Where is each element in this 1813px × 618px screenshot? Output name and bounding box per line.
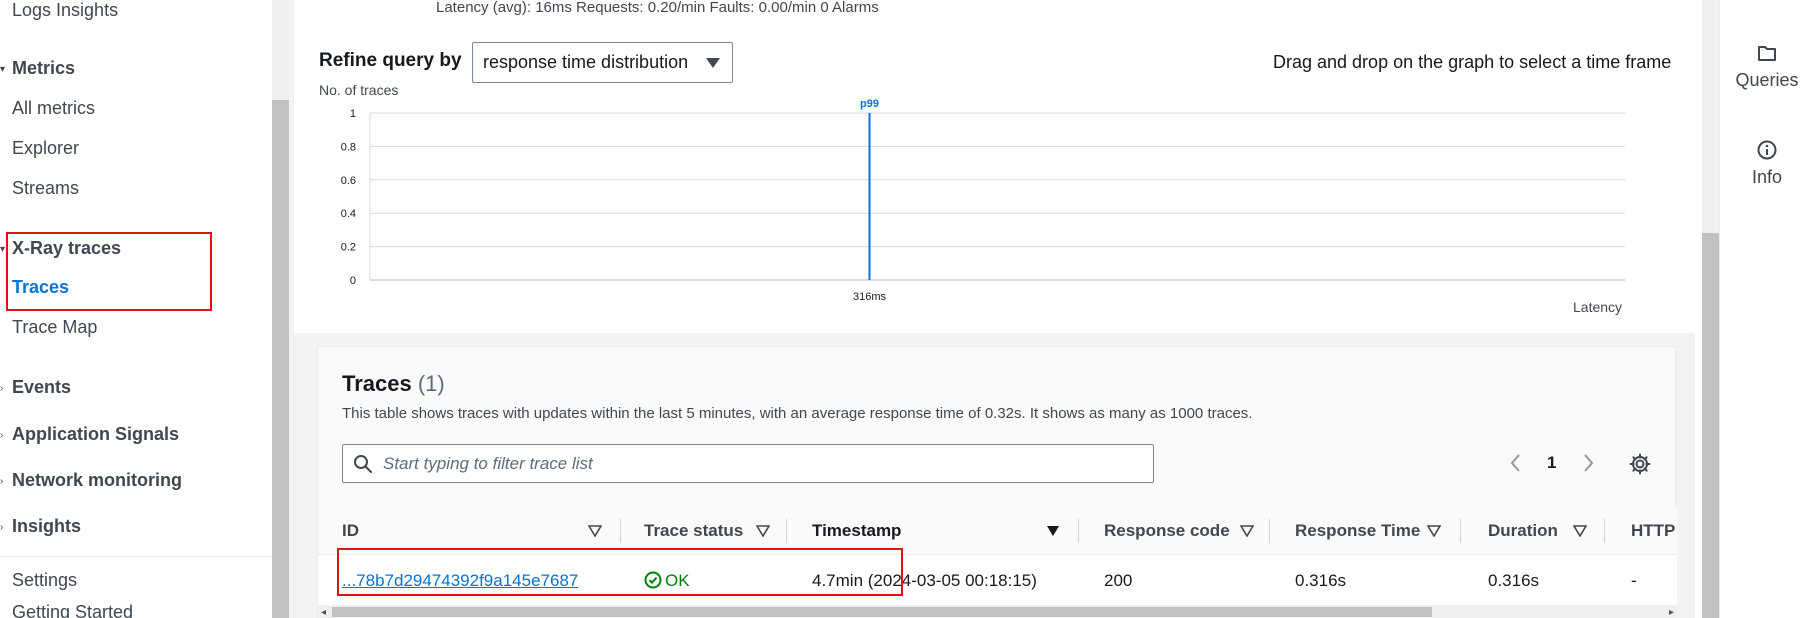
chart-x-tick-label: 316ms xyxy=(853,291,887,303)
scrollbar-thumb[interactable] xyxy=(272,100,289,618)
left-navigation: Logs Insights ▾ Metrics All metrics Expl… xyxy=(0,0,272,618)
nav-section-events[interactable]: Events xyxy=(12,377,71,398)
column-divider xyxy=(620,519,621,543)
col-header-response-time[interactable]: Response Time xyxy=(1295,521,1420,541)
nav-explorer[interactable]: Explorer xyxy=(12,138,79,159)
chart-y-tick-label: 0.4 xyxy=(341,208,356,220)
caret-right-icon[interactable]: › xyxy=(0,476,3,487)
scroll-left-icon[interactable]: ◂ xyxy=(321,607,326,618)
traces-title: Traces (1) xyxy=(342,371,445,397)
col-header-http[interactable]: HTTP xyxy=(1631,521,1675,541)
main-scrollbar[interactable] xyxy=(1702,0,1719,618)
column-divider xyxy=(1078,519,1079,543)
col-header-timestamp[interactable]: Timestamp xyxy=(812,521,901,541)
nav-section-network-monitoring[interactable]: Network monitoring xyxy=(12,470,182,491)
chart-y-tick-label: 0.8 xyxy=(341,141,356,153)
service-metrics-summary: Latency (avg): 16ms Requests: 0.20/min F… xyxy=(436,0,879,16)
column-divider xyxy=(1604,519,1605,543)
left-nav-scrollbar[interactable] xyxy=(272,0,289,618)
nav-settings[interactable]: Settings xyxy=(12,570,77,591)
nav-divider xyxy=(0,556,272,557)
caret-right-icon[interactable]: › xyxy=(0,430,3,441)
info-tool[interactable]: Info xyxy=(1720,139,1813,188)
chevron-right-icon[interactable] xyxy=(1580,452,1596,474)
folder-icon xyxy=(1758,46,1776,61)
scroll-right-icon[interactable]: ▸ xyxy=(1669,607,1674,618)
caret-down-icon[interactable]: ▾ xyxy=(0,64,5,75)
nav-getting-started[interactable]: Getting Started xyxy=(12,602,133,618)
col-header-response-code[interactable]: Response code xyxy=(1104,521,1230,541)
chart-y-tick-label: 0 xyxy=(350,275,356,287)
refine-query-value: response time distribution xyxy=(483,52,689,72)
nav-section-insights[interactable]: Insights xyxy=(12,516,81,537)
chart-y-tick-label: 0.6 xyxy=(341,175,356,187)
caret-down-icon[interactable]: ▾ xyxy=(0,244,5,255)
search-icon xyxy=(354,455,372,473)
sort-icon[interactable] xyxy=(1240,525,1254,537)
drag-hint-text: Drag and drop on the graph to select a t… xyxy=(1273,52,1672,72)
nav-streams[interactable]: Streams xyxy=(12,178,79,199)
chart-y-tick-label: 0.2 xyxy=(341,242,356,254)
nav-logs-insights[interactable]: Logs Insights xyxy=(12,0,118,21)
traces-count: (1) xyxy=(417,371,445,396)
refine-query-select[interactable]: response time distribution xyxy=(472,42,733,83)
column-divider xyxy=(786,519,787,543)
col-header-id[interactable]: ID xyxy=(342,521,359,541)
response-time-cell: 0.316s xyxy=(1295,571,1347,590)
panel-gap xyxy=(1695,0,1702,618)
nav-section-application-signals[interactable]: Application Signals xyxy=(12,424,179,445)
nav-all-metrics[interactable]: All metrics xyxy=(12,98,95,119)
nav-section-metrics[interactable]: Metrics xyxy=(12,58,75,79)
scrollbar-thumb[interactable] xyxy=(332,607,1432,617)
sort-icon[interactable] xyxy=(1427,525,1441,537)
queries-tool[interactable]: Queries xyxy=(1720,42,1813,91)
col-header-duration[interactable]: Duration xyxy=(1488,521,1558,541)
response-code-cell: 200 xyxy=(1104,571,1133,590)
chart-y-tick-label: 1 xyxy=(350,108,356,120)
caret-right-icon[interactable]: › xyxy=(0,522,3,533)
app-root: Logs Insights ▾ Metrics All metrics Expl… xyxy=(0,0,1813,618)
refine-query-label: Refine query by xyxy=(319,50,462,71)
sort-icon[interactable] xyxy=(756,525,770,537)
queries-label: Queries xyxy=(1735,70,1799,90)
right-tools-panel: Queries Info xyxy=(1719,0,1813,618)
traces-title-text: Traces xyxy=(342,371,412,396)
column-divider xyxy=(1460,519,1461,543)
table-horizontal-scrollbar[interactable]: ◂ ▸ xyxy=(318,605,1677,618)
column-divider xyxy=(1269,519,1270,543)
page-number[interactable]: 1 xyxy=(1547,453,1556,473)
duration-cell: 0.316s xyxy=(1488,571,1540,590)
latency-histogram-chart[interactable]: 0 0.2 0.4 0.6 0.8 1 316ms p99 xyxy=(340,95,1640,305)
scrollbar-thumb[interactable] xyxy=(1702,233,1719,618)
traces-description: This table shows traces with updates wit… xyxy=(342,405,1253,422)
highlight-box-nav xyxy=(6,232,212,311)
highlight-box-trace-row xyxy=(337,548,903,596)
trace-filter-box[interactable] xyxy=(342,444,1154,483)
col-header-trace-status[interactable]: Trace status xyxy=(644,521,743,541)
caret-down-icon xyxy=(706,58,720,68)
chevron-left-icon[interactable] xyxy=(1508,452,1524,474)
trace-filter-input[interactable] xyxy=(383,451,1143,477)
sort-descending-icon[interactable] xyxy=(1046,525,1060,537)
chart-annotation-p99: p99 xyxy=(860,98,879,110)
sort-icon[interactable] xyxy=(588,525,602,537)
caret-right-icon[interactable]: › xyxy=(0,383,3,394)
info-label: Info xyxy=(1751,167,1783,187)
sort-icon[interactable] xyxy=(1573,525,1587,537)
settings-gear-icon[interactable] xyxy=(1628,452,1652,476)
nav-trace-map[interactable]: Trace Map xyxy=(12,317,97,338)
info-icon xyxy=(1757,140,1777,160)
http-cell: - xyxy=(1631,571,1637,590)
